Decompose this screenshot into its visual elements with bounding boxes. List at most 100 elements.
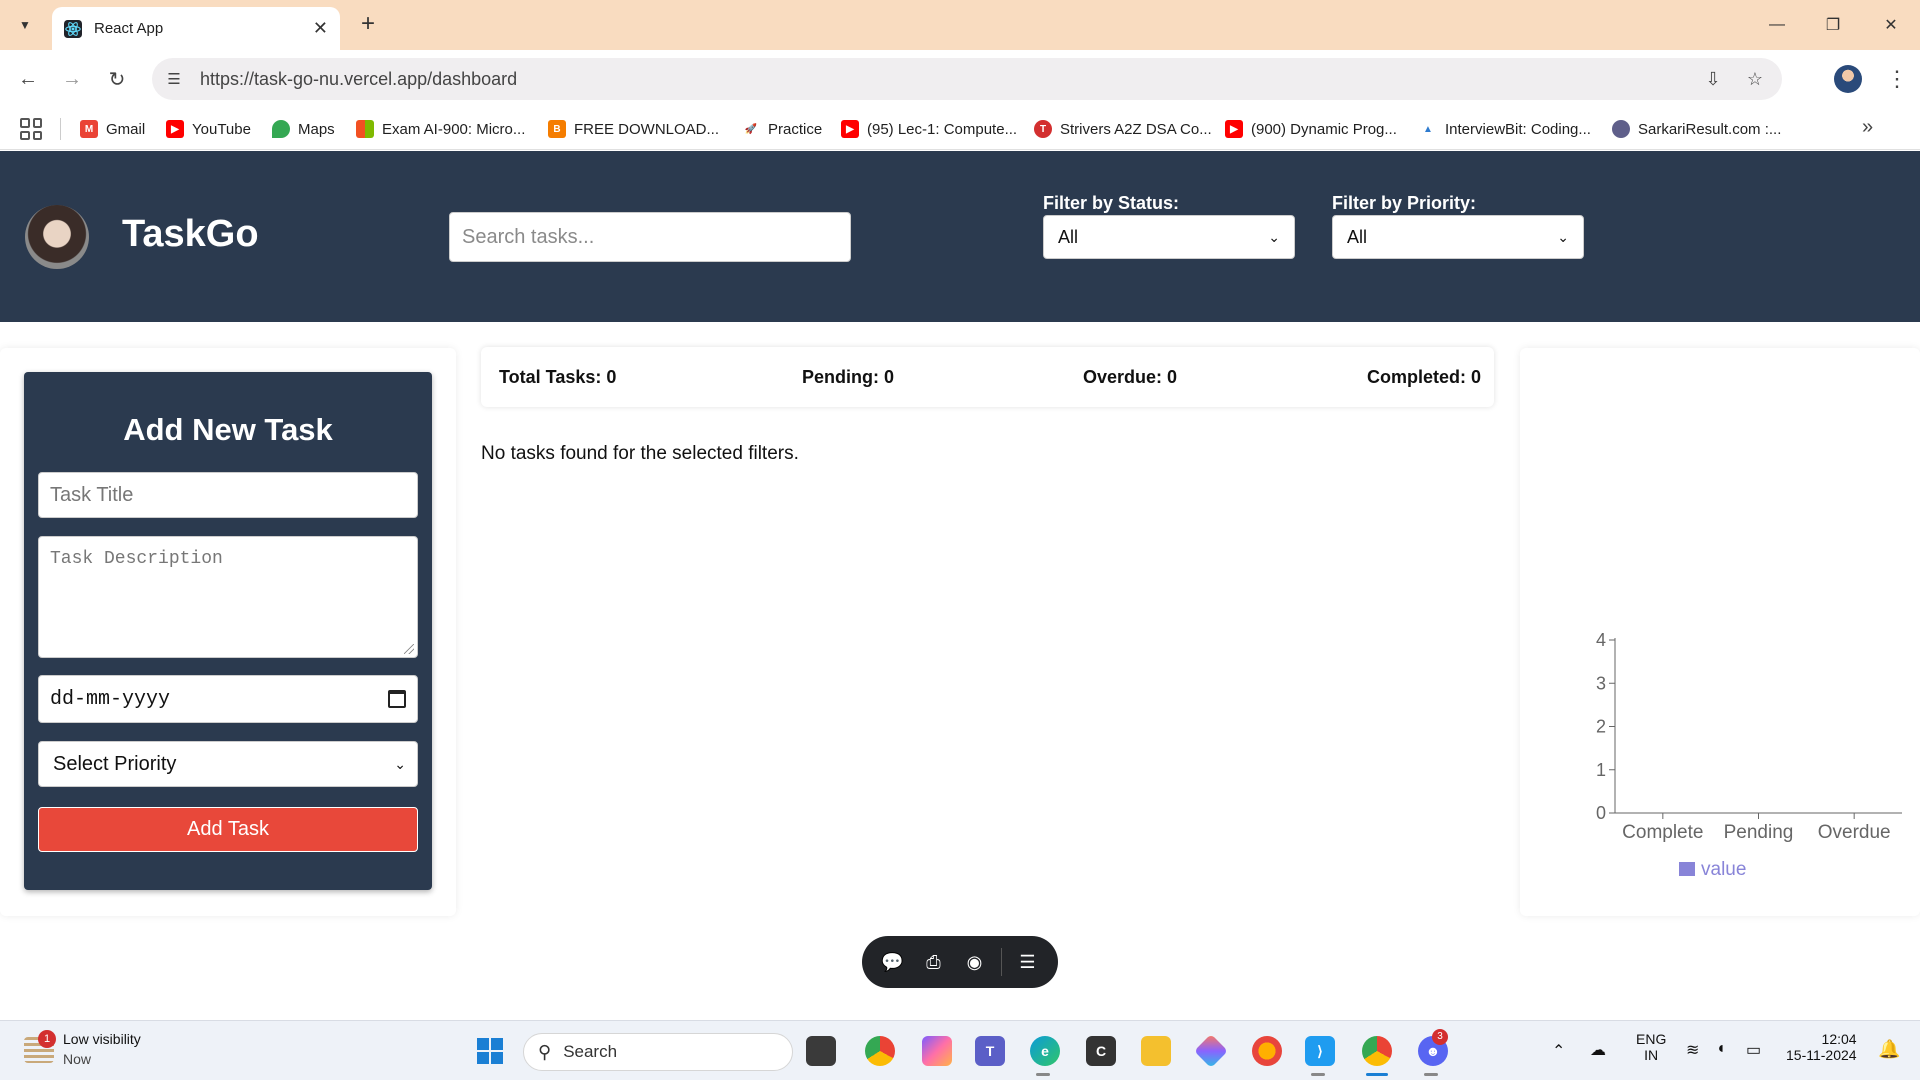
maps-icon [272,120,290,138]
inbox-icon[interactable]: ⎙ [919,952,949,973]
back-button[interactable]: ← [13,64,43,94]
task-title-input[interactable]: Task Title [38,472,418,518]
install-app-icon[interactable]: ⇩ [1698,64,1728,94]
forward-button[interactable]: → [57,64,87,94]
y-tick-label: 4 [1596,630,1606,650]
more-bookmarks-icon[interactable]: » [1862,116,1873,139]
vscode-icon[interactable]: ⟩ [1305,1036,1335,1066]
app-brand: TaskGo [122,213,259,255]
eye-icon[interactable]: ◉ [960,952,990,973]
cursor-app-icon[interactable]: C [1086,1036,1116,1066]
clock[interactable]: 12:04 15-11-2024 [1786,1031,1857,1063]
tab-close-icon[interactable]: ✕ [313,18,328,39]
edge-icon[interactable]: e [1030,1036,1060,1066]
gmail-icon: M [80,120,98,138]
priority-filter-select[interactable]: All ⌄ [1332,215,1584,259]
firefox-icon[interactable] [1252,1036,1282,1066]
running-indicator [1424,1073,1438,1076]
close-window-button[interactable]: ✕ [1876,10,1906,40]
tab-title: React App [94,20,164,37]
y-tick-label: 2 [1596,717,1606,737]
browser-menu-icon[interactable]: ⋮ [1882,64,1912,94]
wifi-icon[interactable]: ≋ [1686,1040,1699,1060]
react-icon [64,19,82,38]
new-tab-button[interactable]: + [355,12,381,38]
legend-swatch [1679,862,1695,876]
task-status-chart: 0 1 2 3 4 Complete Pending Overdue value [1596,630,1902,880]
chrome-icon[interactable] [865,1036,895,1066]
bookmark-maps[interactable]: Maps [272,108,335,150]
youtube-icon: ▶ [841,120,859,138]
globe-icon [1612,120,1630,138]
menu-icon[interactable]: ☰ [1013,952,1043,973]
chat-bubble-icon[interactable]: 💬 [878,952,908,973]
copilot-icon[interactable] [922,1036,952,1066]
url-text[interactable]: https://task-go-nu.vercel.app/dashboard [200,69,1698,90]
search-tasks-input[interactable] [449,212,851,262]
priority-select[interactable]: Select Priority ⌄ [38,741,418,787]
status-filter-select[interactable]: All ⌄ [1043,215,1295,259]
bookmark-sarkariresult[interactable]: SarkariResult.com :... [1612,108,1781,150]
taskbar-search[interactable]: ⚲ Search [523,1033,793,1071]
weather-subtitle: Now [63,1051,92,1067]
reload-button[interactable]: ↻ [102,64,132,94]
bookmark-lec1[interactable]: ▶ (95) Lec-1: Compute... [841,108,1017,150]
file-explorer-icon[interactable] [1141,1036,1171,1066]
interviewbit-icon: ▲ [1419,120,1437,138]
tuf-icon: T [1034,120,1052,138]
apps-grid-icon[interactable] [20,118,42,140]
weather-title[interactable]: Low visibility [63,1031,141,1047]
bookmark-dynamic-prog[interactable]: ▶ (900) Dynamic Prog... [1225,108,1397,150]
bookmark-star-icon[interactable]: ☆ [1740,64,1770,94]
tab-search-button[interactable]: ▼ [12,12,38,38]
task-stats-bar: Total Tasks: 0 Pending: 0 Overdue: 0 Com… [481,347,1494,407]
task-description-textarea[interactable]: Task Description [38,536,418,658]
profile-avatar[interactable] [1834,65,1862,93]
browser-titlebar: ▼ React App ✕ + — ❐ ✕ [0,0,1920,50]
resize-handle-icon[interactable] [404,644,414,654]
running-indicator [1311,1073,1325,1076]
task-view-icon[interactable] [806,1036,836,1066]
minimize-button[interactable]: — [1762,10,1792,40]
windows-taskbar: 1 Low visibility Now ⚲ Search T e C ⟩ ☻ … [0,1020,1920,1080]
restore-button[interactable]: ❐ [1818,10,1848,40]
bookmark-exam-ai900[interactable]: Exam AI-900: Micro... [356,108,525,150]
youtube-icon: ▶ [166,120,184,138]
rocket-icon: 🚀 [742,120,760,138]
windows-start-icon[interactable] [475,1036,505,1066]
bookmark-free-download[interactable]: B FREE DOWNLOAD... [548,108,719,150]
stat-completed: Completed: 0 [1367,367,1482,387]
chevron-down-icon: ⌄ [1557,228,1569,245]
stat-total: Total Tasks: 0 [499,367,617,387]
show-hidden-icons[interactable]: ⌃ [1552,1041,1565,1061]
browser-tab[interactable]: React App ✕ [52,7,340,50]
due-date-input[interactable]: dd-mm-yyyy [38,675,418,723]
status-filter-label: Filter by Status: [1043,193,1180,213]
battery-icon[interactable]: ▭ [1746,1040,1761,1060]
volume-icon[interactable]: ◖ [1716,1040,1726,1058]
bookmark-gmail[interactable]: M Gmail [80,108,145,150]
bookmark-strivers[interactable]: T Strivers A2Z DSA Co... [1034,108,1212,150]
app-header: TaskGo Filter by Status: All ⌄ Filter by… [0,151,1920,322]
bookmark-youtube[interactable]: ▶ YouTube [166,108,251,150]
add-task-button[interactable]: Add Task [38,807,418,852]
active-indicator [1366,1073,1388,1076]
running-indicator [1036,1073,1050,1076]
form-title: Add New Task [123,412,333,447]
weather-badge: 1 [38,1030,56,1048]
floating-toolbar-divider [1000,948,1002,976]
site-info-icon[interactable]: ☰ [156,61,192,97]
address-bar[interactable]: ☰ https://task-go-nu.vercel.app/dashboar… [152,58,1782,100]
calendar-icon[interactable] [388,690,406,708]
teams-icon[interactable]: T [975,1036,1005,1066]
gemini-app-icon[interactable] [1194,1034,1228,1068]
stat-overdue: Overdue: 0 [1083,367,1178,387]
language-indicator[interactable]: ENG IN [1636,1031,1666,1063]
chrome-profile-icon[interactable] [1362,1036,1392,1066]
onedrive-icon[interactable]: ☁ [1590,1040,1606,1060]
bookmark-practice[interactable]: 🚀 Practice [742,108,822,150]
chevron-down-icon: ⌄ [394,755,406,772]
bookmark-interviewbit[interactable]: ▲ InterviewBit: Coding... [1419,108,1591,150]
stat-pending: Pending: 0 [802,367,895,387]
notification-bell-icon[interactable]: 🔔 [1878,1039,1900,1060]
